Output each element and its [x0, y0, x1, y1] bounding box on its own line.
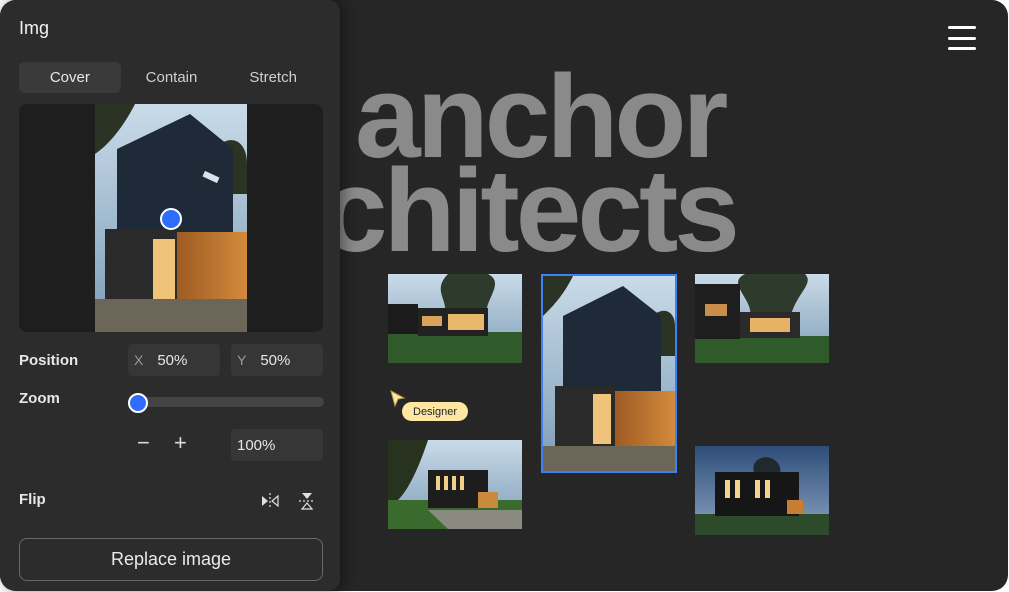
zoom-value: 100%	[237, 436, 276, 454]
fit-mode-tabs: Cover Contain Stretch	[19, 62, 324, 93]
gallery-image-4[interactable]	[388, 440, 522, 529]
panel-title: Img	[19, 18, 50, 38]
zoom-slider-handle[interactable]	[128, 393, 148, 413]
focal-point-handle[interactable]	[160, 208, 182, 230]
position-y-field[interactable]: Y 50%	[231, 344, 323, 376]
tab-contain[interactable]: Contain	[121, 62, 223, 93]
position-x-field[interactable]: X 50%	[128, 344, 220, 376]
position-x-value: 50%	[157, 351, 188, 369]
flip-label: Flip	[19, 491, 46, 508]
gallery-image-selected[interactable]	[541, 274, 677, 473]
replace-image-button[interactable]: Replace image	[19, 538, 323, 581]
tab-cover[interactable]: Cover	[19, 62, 121, 93]
collaborator-badge: Designer	[402, 402, 469, 421]
image-preview[interactable]	[19, 104, 323, 332]
hamburger-menu-icon[interactable]	[948, 26, 976, 50]
flip-vertical-icon[interactable]	[296, 490, 318, 512]
gallery-image-1[interactable]	[388, 274, 522, 363]
image-settings-panel: Img Cover Contain Stretch Position X 50%…	[0, 0, 340, 591]
position-y-prefix: Y	[237, 352, 247, 368]
zoom-in-button[interactable]: +	[174, 432, 187, 454]
gallery-image-3[interactable]	[695, 274, 829, 363]
tab-stretch[interactable]: Stretch	[222, 62, 324, 93]
zoom-label: Zoom	[19, 390, 60, 407]
position-x-prefix: X	[134, 352, 144, 368]
position-label: Position	[19, 352, 79, 369]
gallery-image-5[interactable]	[695, 446, 829, 535]
position-y-value: 50%	[260, 351, 291, 369]
zoom-slider-track[interactable]	[128, 397, 324, 407]
hero-text-line2[interactable]: rchitects	[280, 152, 740, 270]
flip-horizontal-icon[interactable]	[259, 490, 281, 512]
zoom-out-button[interactable]: −	[137, 432, 150, 454]
zoom-value-field[interactable]: 100%	[231, 429, 323, 461]
